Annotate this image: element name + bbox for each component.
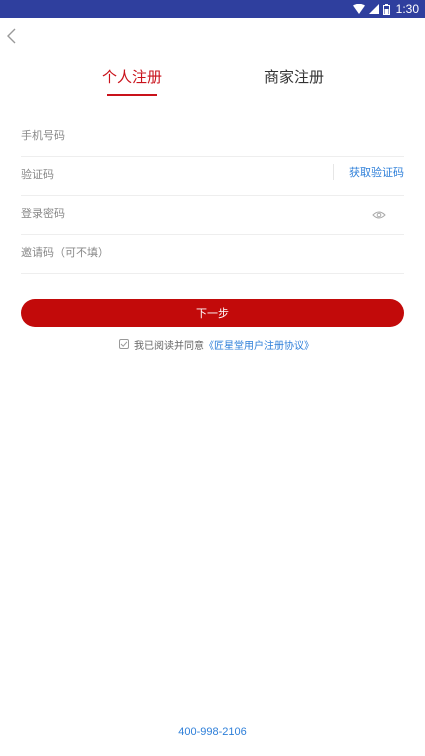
registration-tabs: 个人注册 商家注册 <box>0 66 425 98</box>
checkmark-icon <box>120 341 128 347</box>
invite-placeholder: 邀请码（可不填） <box>21 246 109 259</box>
agreement-link[interactable]: 《匠星堂用户注册协议》 <box>204 337 314 352</box>
active-tab-indicator <box>107 94 157 96</box>
status-bar: 1:30 <box>0 0 425 18</box>
tab-merchant-registration[interactable]: 商家注册 <box>264 66 324 87</box>
divider <box>333 164 334 180</box>
verification-code-field[interactable]: 验证码 获取验证码 <box>21 157 404 196</box>
code-placeholder: 验证码 <box>21 168 54 181</box>
agreement-checkbox[interactable] <box>119 339 129 349</box>
next-step-button[interactable]: 下一步 <box>21 299 404 327</box>
password-placeholder: 登录密码 <box>21 207 65 220</box>
invite-code-field[interactable]: 邀请码（可不填） <box>21 235 404 274</box>
wifi-icon <box>352 4 365 14</box>
agreement-row: 我已阅读并同意 《匠星堂用户注册协议》 <box>119 337 314 352</box>
phone-field[interactable]: 手机号码 <box>21 118 404 157</box>
service-phone-link[interactable]: 400-998-2106 <box>0 726 425 738</box>
back-button[interactable] <box>4 26 22 46</box>
battery-icon <box>382 3 390 15</box>
signal-icon <box>368 4 379 14</box>
get-code-button[interactable]: 获取验证码 <box>349 164 404 180</box>
status-time: 1:30 <box>395 2 419 16</box>
chevron-left-icon <box>7 28 16 44</box>
tab-personal-registration[interactable]: 个人注册 <box>102 66 162 87</box>
eye-icon[interactable] <box>372 205 386 224</box>
agreement-text: 我已阅读并同意 <box>134 340 204 352</box>
password-field[interactable]: 登录密码 <box>21 196 404 235</box>
phone-placeholder: 手机号码 <box>21 129 65 142</box>
